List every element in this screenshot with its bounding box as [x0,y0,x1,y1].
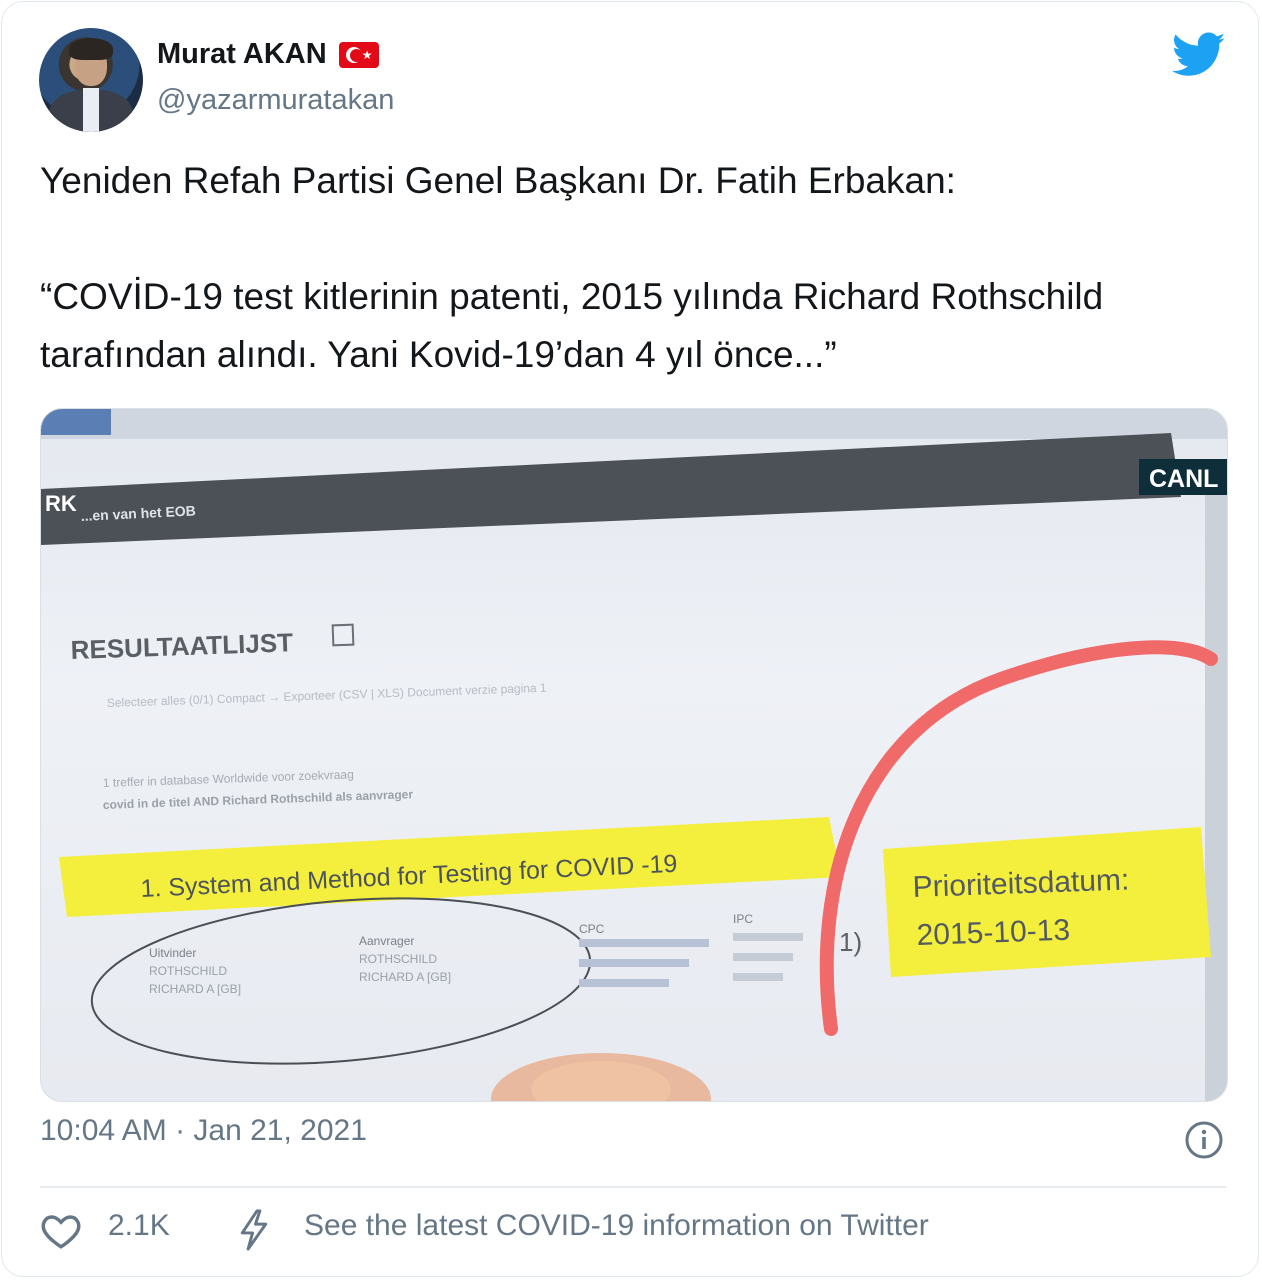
author-handle[interactable]: @yazarmuratakan [157,84,394,117]
heart-icon[interactable] [40,1210,82,1252]
tweet-card: Murat AKAN ★ @yazarmuratakan Yeniden Ref… [1,1,1259,1277]
lightning-icon [240,1209,268,1251]
live-badge: CANL [1149,465,1218,493]
tweet-timestamp[interactable]: 10:04 AM · Jan 21, 2021 [40,1114,367,1148]
covid-info-link[interactable]: See the latest COVID-19 information on T… [304,1209,929,1243]
inventor-1: ROTHSCHILD [149,964,227,978]
results-toolbar: Selecteer alles (0/1) Compact → Exportee… [107,681,548,710]
applicant-1: ROTHSCHILD [359,952,437,966]
media-screenshot: RK ...en van het EOB CANL RESULTAATLIJST… [41,409,1227,1101]
result-note-1: 1 treffer in database Worldwide voor zoe… [103,767,354,790]
tweet-text: Yeniden Refah Partisi Genel Başkanı Dr. … [40,152,1220,384]
turkey-flag-icon: ★ [338,41,379,68]
tweet-line-1: Yeniden Refah Partisi Genel Başkanı Dr. … [40,160,956,201]
avatar[interactable] [39,28,143,132]
ipc-label: IPC [733,912,753,926]
inventor-label: Uitvinder [149,946,196,960]
media-menu: RK [45,491,77,516]
twitter-bird-icon[interactable] [1172,32,1226,78]
applicant-2: RICHARD A [GB] [359,970,451,984]
author-row: Murat AKAN ★ [157,38,379,71]
action-bar: 2.1K See the latest COVID-19 information… [40,1200,1226,1260]
result-note-2: covid in de titel AND Richard Rothschild… [103,787,414,812]
applicant-label: Aanvrager [359,934,414,948]
like-count[interactable]: 2.1K [108,1209,170,1243]
tweet-quote: “COVİD-19 test kitlerinin patenti, 2015 … [40,276,1104,375]
number-fragment: 1) [839,927,862,957]
info-icon[interactable] [1184,1120,1224,1160]
tweet-media[interactable]: RK ...en van het EOB CANL RESULTAATLIJST… [40,408,1228,1102]
results-heading: RESULTAATLIJST [70,627,293,665]
author-name[interactable]: Murat AKAN [157,38,327,71]
priority-date: 2015-10-13 [916,914,1071,952]
divider [40,1186,1226,1188]
inventor-2: RICHARD A [GB] [149,982,241,996]
cpc-label: CPC [579,922,605,936]
